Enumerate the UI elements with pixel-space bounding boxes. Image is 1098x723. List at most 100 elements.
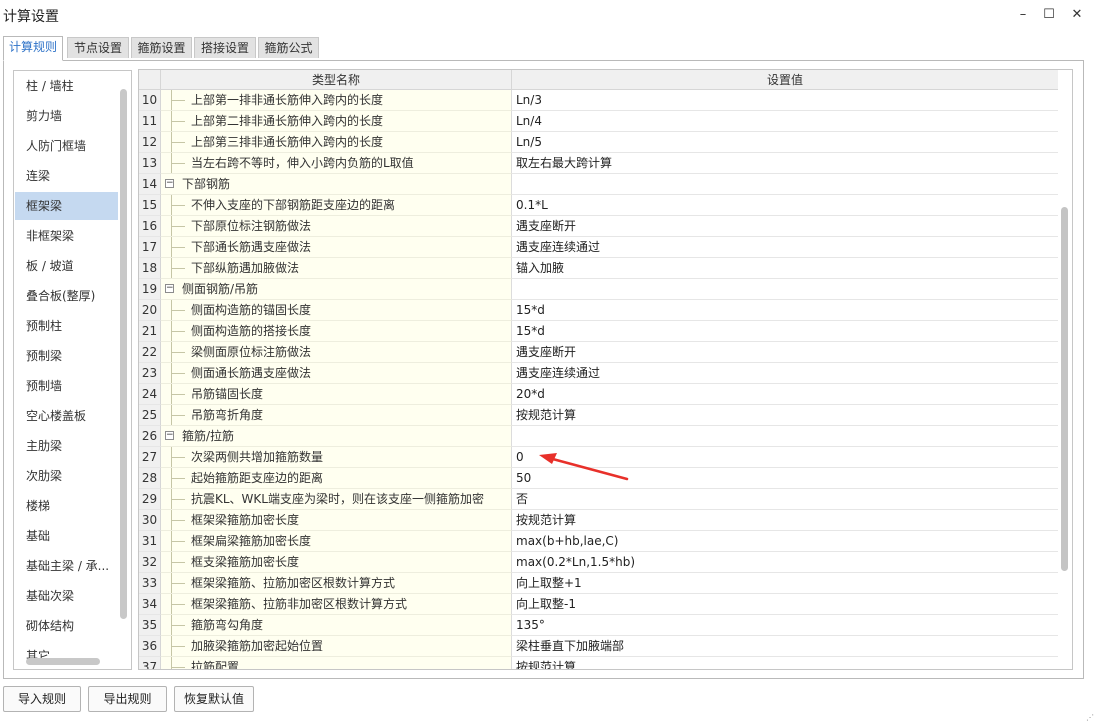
resize-grip-icon[interactable]: ⋰ — [1086, 713, 1094, 722]
collapse-icon[interactable]: − — [165, 431, 174, 440]
table-row[interactable]: 10 上部第一排非通长筋伸入跨内的长度 Ln/3 — [139, 90, 1059, 111]
setting-value-cell[interactable]: 遇支座断开 — [512, 342, 1059, 363]
table-row[interactable]: 20 侧面构造筋的锚固长度 15*d — [139, 300, 1059, 321]
table-row[interactable]: 25 吊筋弯折角度 按规范计算 — [139, 405, 1059, 426]
table-row[interactable]: 29 抗震KL、WKL端支座为梁时，则在该支座一侧箍筋加密 否 — [139, 489, 1059, 510]
scrollbar-thumb[interactable] — [1061, 207, 1068, 571]
table-row[interactable]: 13 当左右跨不等时，伸入小跨内负筋的L取值 取左右最大跨计算 — [139, 153, 1059, 174]
restore-defaults-button[interactable]: 恢复默认值 — [174, 686, 254, 712]
setting-value-cell[interactable]: 梁柱垂直下加腋端部 — [512, 636, 1059, 657]
type-name-cell: 当左右跨不等时，伸入小跨内负筋的L取值 — [161, 153, 512, 174]
setting-value-cell[interactable]: 按规范计算 — [512, 510, 1059, 531]
list-item[interactable]: 板 / 坡道 — [15, 252, 118, 280]
table-row[interactable]: 33 框架梁箍筋、拉筋加密区根数计算方式 向上取整+1 — [139, 573, 1059, 594]
setting-value-cell[interactable]: 20*d — [512, 384, 1059, 405]
table-row[interactable]: 11 上部第二排非通长筋伸入跨内的长度 Ln/4 — [139, 111, 1059, 132]
tab-lap-settings[interactable]: 搭接设置 — [194, 37, 256, 58]
list-item[interactable]: 楼梯 — [15, 492, 118, 520]
row-number: 11 — [139, 111, 161, 132]
list-item[interactable]: 基础次梁 — [15, 582, 118, 610]
table-row[interactable]: 31 框架扁梁箍筋加密长度 max(b+hb,lae,C) — [139, 531, 1059, 552]
setting-value-cell[interactable]: 0.1*L — [512, 195, 1059, 216]
minimize-button[interactable]: – — [1011, 3, 1035, 25]
table-row[interactable]: 21 侧面构造筋的搭接长度 15*d — [139, 321, 1059, 342]
list-item[interactable]: 人防门框墙 — [15, 132, 118, 160]
maximize-button[interactable]: ☐ — [1037, 3, 1061, 25]
table-row[interactable]: 22 梁侧面原位标注筋做法 遇支座断开 — [139, 342, 1059, 363]
scrollbar-thumb[interactable] — [120, 89, 127, 619]
column-header-setting-value[interactable]: 设置值 — [512, 70, 1059, 90]
list-item[interactable]: 剪力墙 — [15, 102, 118, 130]
list-item[interactable]: 空心楼盖板 — [15, 402, 118, 430]
list-item-selected[interactable]: 框架梁 — [15, 192, 118, 220]
list-item[interactable]: 非框架梁 — [15, 222, 118, 250]
group-row[interactable]: 26− 箍筋/拉筋 — [139, 426, 1059, 447]
table-row[interactable]: 12 上部第三排非通长筋伸入跨内的长度 Ln/5 — [139, 132, 1059, 153]
group-row[interactable]: 19− 侧面钢筋/吊筋 — [139, 279, 1059, 300]
table-row[interactable]: 15 不伸入支座的下部钢筋距支座边的距离 0.1*L — [139, 195, 1059, 216]
column-header-type-name[interactable]: 类型名称 — [161, 70, 512, 90]
list-item[interactable]: 预制梁 — [15, 342, 118, 370]
setting-value-cell[interactable]: 锚入加腋 — [512, 258, 1059, 279]
row-number: 32 — [139, 552, 161, 573]
table-row[interactable]: 37 拉筋配置 按规范计算 — [139, 657, 1059, 669]
setting-value-cell[interactable]: max(b+hb,lae,C) — [512, 531, 1059, 552]
setting-value-cell[interactable]: Ln/5 — [512, 132, 1059, 153]
setting-value-cell[interactable]: 向上取整-1 — [512, 594, 1059, 615]
table-row[interactable]: 18 下部纵筋遇加腋做法 锚入加腋 — [139, 258, 1059, 279]
list-item[interactable]: 砌体结构 — [15, 612, 118, 640]
table-vertical-scrollbar[interactable] — [1058, 70, 1071, 669]
row-number: 23 — [139, 363, 161, 384]
setting-value-cell[interactable]: 遇支座连续通过 — [512, 363, 1059, 384]
table-row[interactable]: 16 下部原位标注钢筋做法 遇支座断开 — [139, 216, 1059, 237]
collapse-icon[interactable]: − — [165, 284, 174, 293]
table-row[interactable]: 23 侧面通长筋遇支座做法 遇支座连续通过 — [139, 363, 1059, 384]
table-row[interactable]: 34 框架梁箍筋、拉筋非加密区根数计算方式 向上取整-1 — [139, 594, 1059, 615]
group-row[interactable]: 14− 下部钢筋 — [139, 174, 1059, 195]
setting-value-cell[interactable]: 取左右最大跨计算 — [512, 153, 1059, 174]
row-number: 25 — [139, 405, 161, 426]
table-row[interactable]: 24 吊筋锚固长度 20*d — [139, 384, 1059, 405]
table-row[interactable]: 17 下部通长筋遇支座做法 遇支座连续通过 — [139, 237, 1059, 258]
tree-line — [171, 205, 185, 206]
close-button[interactable]: ✕ — [1065, 3, 1089, 25]
setting-value-cell[interactable]: 遇支座连续通过 — [512, 237, 1059, 258]
tree-line — [171, 331, 185, 332]
setting-value-cell[interactable]: 15*d — [512, 321, 1059, 342]
setting-value-cell[interactable]: 按规范计算 — [512, 405, 1059, 426]
list-vertical-scrollbar[interactable] — [120, 77, 129, 652]
table-row[interactable]: 36 加腋梁箍筋加密起始位置 梁柱垂直下加腋端部 — [139, 636, 1059, 657]
list-item[interactable]: 基础主梁 / 承... — [15, 552, 118, 580]
list-horizontal-scrollbar[interactable] — [26, 658, 100, 665]
list-item[interactable]: 其它 — [15, 642, 118, 669]
list-item[interactable]: 连梁 — [15, 162, 118, 190]
list-item[interactable]: 主肋梁 — [15, 432, 118, 460]
tab-stirrup-formula[interactable]: 箍筋公式 — [258, 37, 319, 58]
list-item[interactable]: 柱 / 墙柱 — [15, 72, 118, 100]
collapse-icon[interactable]: − — [165, 179, 174, 188]
list-item[interactable]: 叠合板(整厚) — [15, 282, 118, 310]
setting-value-cell[interactable]: Ln/3 — [512, 90, 1059, 111]
setting-value-cell[interactable]: max(0.2*Ln,1.5*hb) — [512, 552, 1059, 573]
table-row[interactable]: 35 箍筋弯勾角度 135° — [139, 615, 1059, 636]
list-item[interactable]: 次肋梁 — [15, 462, 118, 490]
tab-node-settings[interactable]: 节点设置 — [67, 37, 129, 58]
type-name-text: 吊筋弯折角度 — [191, 408, 264, 422]
import-rules-button[interactable]: 导入规则 — [3, 686, 81, 712]
setting-value-cell[interactable]: 按规范计算 — [512, 657, 1059, 669]
setting-value-cell[interactable]: 遇支座断开 — [512, 216, 1059, 237]
export-rules-button[interactable]: 导出规则 — [88, 686, 167, 712]
list-item[interactable]: 基础 — [15, 522, 118, 550]
setting-value-cell[interactable]: 15*d — [512, 300, 1059, 321]
list-item[interactable]: 预制墙 — [15, 372, 118, 400]
list-item[interactable]: 预制柱 — [15, 312, 118, 340]
component-type-list[interactable]: 柱 / 墙柱 剪力墙 人防门框墙 连梁 框架梁 非框架梁 板 / 坡道 叠合板(… — [13, 70, 132, 670]
table-row[interactable]: 30 框架梁箍筋加密长度 按规范计算 — [139, 510, 1059, 531]
setting-value-cell[interactable]: 135° — [512, 615, 1059, 636]
tab-stirrup-settings[interactable]: 箍筋设置 — [131, 37, 192, 58]
setting-value-cell[interactable]: 否 — [512, 489, 1059, 510]
setting-value-cell[interactable]: Ln/4 — [512, 111, 1059, 132]
tab-calc-rules[interactable]: 计算规则 — [3, 36, 63, 61]
table-row[interactable]: 32 框支梁箍筋加密长度 max(0.2*Ln,1.5*hb) — [139, 552, 1059, 573]
setting-value-cell[interactable]: 向上取整+1 — [512, 573, 1059, 594]
